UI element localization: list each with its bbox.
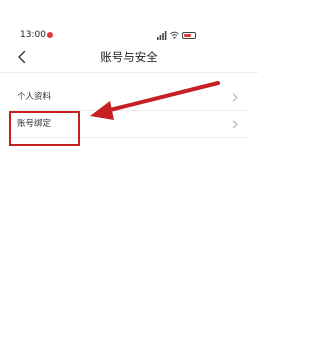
divider — [10, 137, 248, 138]
battery-icon — [182, 31, 196, 39]
nav-divider — [0, 72, 258, 73]
status-time: 13:00 — [20, 30, 46, 40]
settings-item-account-binding[interactable]: 账号绑定 — [0, 111, 258, 138]
notification-dot-icon — [47, 32, 53, 38]
page-title: 账号与安全 — [100, 50, 158, 64]
status-bar: 13:00 — [0, 0, 258, 40]
settings-item-label: 账号绑定 — [17, 119, 52, 129]
settings-item-profile[interactable]: 个人资料 — [0, 84, 258, 111]
signal-icon — [157, 30, 167, 40]
chevron-right-icon — [232, 120, 238, 129]
settings-item-label: 个人资料 — [17, 92, 52, 102]
screen: 13:00 账号与安全 个人资料 账号绑定 — [0, 0, 258, 349]
status-icons — [157, 30, 196, 40]
settings-list: 个人资料 账号绑定 — [0, 84, 258, 138]
wifi-icon — [170, 31, 179, 39]
chevron-right-icon — [232, 93, 238, 102]
nav-bar: 账号与安全 — [0, 44, 258, 72]
